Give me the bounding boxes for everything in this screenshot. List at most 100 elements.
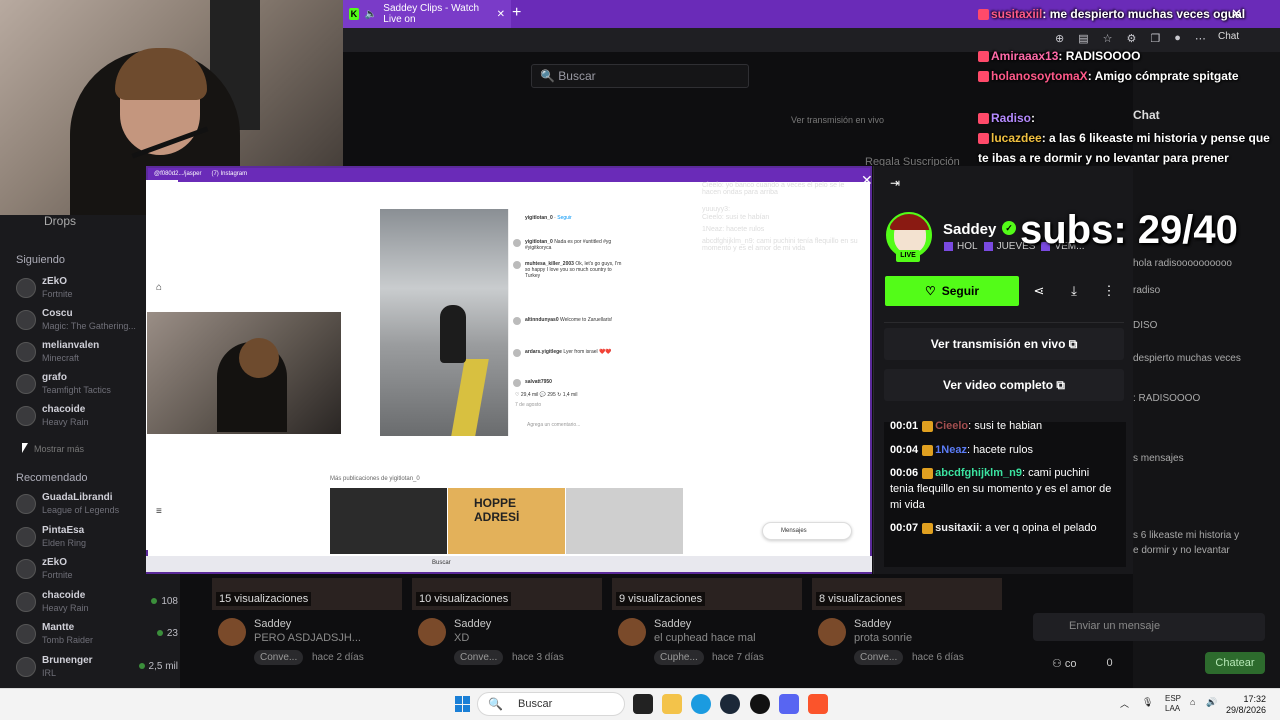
steam-icon[interactable] xyxy=(720,694,740,714)
live-dot-icon xyxy=(138,662,145,669)
home-icon[interactable]: ⌂ xyxy=(156,282,162,293)
search-input[interactable]: 🔍 Buscar xyxy=(531,64,749,88)
channel-tag[interactable]: HOL xyxy=(944,241,978,252)
commenter-avatar[interactable] xyxy=(513,317,521,325)
video-title[interactable]: PERO ASDJADSJH... xyxy=(254,632,361,644)
video-category-tag[interactable]: Cuphe... xyxy=(654,650,704,665)
brave-browser-icon[interactable] xyxy=(808,694,828,714)
shared-close-icon[interactable]: ✕ xyxy=(861,172,873,189)
grid-post-3[interactable] xyxy=(566,488,683,554)
overlay-chat-text: me despierto muchas veces ogual xyxy=(1049,7,1246,21)
obs-icon[interactable] xyxy=(750,694,770,714)
discord-icon[interactable] xyxy=(779,694,799,714)
taskbar-search[interactable]: 🔍 Buscar xyxy=(477,692,625,716)
follow-button[interactable]: ♡ Seguir xyxy=(885,276,1019,306)
commenter-avatar[interactable] xyxy=(513,261,521,269)
comment-user[interactable]: altinndunyas0 xyxy=(525,317,559,323)
commenter-avatar[interactable] xyxy=(513,349,521,357)
browser-tab[interactable]: K 🔈 Saddey Clips - Watch Live on ✕ xyxy=(343,0,511,28)
message-user[interactable]: susitaxii xyxy=(935,522,979,534)
expand-icon[interactable]: ⇥ xyxy=(890,176,900,190)
sidebar-item-recommended[interactable]: chacoide Heavy Rain 108 xyxy=(16,590,180,622)
sidebar-item-name: PintaEsa xyxy=(42,524,85,536)
network-icon[interactable]: ⌂ xyxy=(1190,697,1195,707)
sidebar-item-recommended[interactable]: Mantte Tomb Raider 23 xyxy=(16,622,180,654)
channel-name[interactable]: Saddey xyxy=(943,221,996,238)
channel-avatar[interactable] xyxy=(618,618,646,646)
tab-close-icon[interactable]: ✕ xyxy=(497,9,505,20)
clock-time: 17:32 xyxy=(1243,694,1267,704)
edge-browser-icon[interactable] xyxy=(691,694,711,714)
windows-start-icon[interactable] xyxy=(455,696,471,712)
shared-tab-2[interactable]: (7) Instagram xyxy=(211,171,247,179)
chat-message: 00:06 abcdfghijklm_n9: cami puchini tenia… xyxy=(890,467,1112,511)
video-category-tag[interactable]: Conve... xyxy=(854,650,904,665)
channel-avatar[interactable] xyxy=(818,618,846,646)
video-card[interactable]: 10 visualizaciones Saddey XD Conve... hace 3… xyxy=(412,578,602,678)
more-options-icon[interactable]: ⋮ xyxy=(1094,276,1124,306)
message-user[interactable]: abcdfghijklm_n9 xyxy=(935,467,1022,479)
full-video-button[interactable]: Ver video completo ⧉ xyxy=(884,369,1124,401)
video-title[interactable]: el cuphead hace mal xyxy=(654,632,756,644)
video-channel[interactable]: Saddey xyxy=(454,618,491,630)
video-card[interactable]: 9 visualizaciones Saddey el cuphead hace m… xyxy=(612,578,802,678)
video-channel[interactable]: Saddey xyxy=(654,618,691,630)
commenter-avatar[interactable] xyxy=(513,239,521,247)
sidebar-item-game: Teamfight Tactics xyxy=(42,385,111,395)
sidebar-item-game: Minecraft xyxy=(42,353,80,363)
message-user[interactable]: Cieelo xyxy=(935,420,968,432)
share-icon[interactable]: ⋖ xyxy=(1024,276,1054,306)
video-category-tag[interactable]: Conve... xyxy=(254,650,304,665)
new-tab-button[interactable]: + xyxy=(512,4,521,22)
video-title[interactable]: XD xyxy=(454,632,469,644)
speaker-icon[interactable]: 🔈 xyxy=(365,9,377,20)
chat-send-button[interactable]: Chatear xyxy=(1205,652,1265,674)
message-user[interactable]: 1Neaz xyxy=(935,444,967,456)
channel-avatar[interactable] xyxy=(418,618,446,646)
background-chat-points: ⚇ co 0 xyxy=(1052,657,1113,670)
comment-input[interactable]: Agrega un comentario... xyxy=(527,422,639,428)
shared-tab-1[interactable]: @f080d2.../jasper xyxy=(154,171,201,179)
video-category-tag[interactable]: Conve... xyxy=(454,650,504,665)
user-badge-icon xyxy=(978,71,989,83)
background-transmission-link[interactable]: Ver transmisión en vivo xyxy=(791,115,884,125)
video-channel[interactable]: Saddey xyxy=(854,618,891,630)
video-views: 15 visualizaciones xyxy=(216,592,312,606)
menu-icon[interactable]: ≡ xyxy=(156,506,162,517)
instagram-comments-panel: yigitlotan_0 · Seguir yigitlotan_0 Nada … xyxy=(508,209,635,436)
sidebar-item-game: Heavy Rain xyxy=(42,602,89,613)
tray-expand-icon[interactable]: ︿ xyxy=(1120,697,1129,710)
microphone-icon[interactable]: 🎙 xyxy=(1142,697,1153,708)
overlay-close-icon[interactable]: ✕ xyxy=(1231,6,1242,22)
more-posts-label: Más publicaciones de yigitlotan_0 xyxy=(330,476,420,482)
points-icon[interactable]: ⚇ co xyxy=(1052,657,1077,670)
watch-live-button[interactable]: Ver transmisión en vivo ⧉ xyxy=(884,328,1124,360)
comment-user[interactable]: ardars.yigitlege xyxy=(525,349,562,355)
grid-post-2[interactable]: HOPPE ADRESİ xyxy=(448,488,565,554)
clock[interactable]: 17:32 29/8/2026 xyxy=(1226,694,1266,716)
channel-avatar[interactable] xyxy=(218,618,246,646)
video-card[interactable]: 15 visualizaciones Saddey PERO ASDJADSJH..… xyxy=(212,578,402,678)
post-actions[interactable]: ♡ 29,4 mil 💬 295 ↻ 1,4 mil xyxy=(515,392,627,398)
commenter-avatar[interactable] xyxy=(513,379,521,387)
sidebar-drops[interactable]: Drops xyxy=(44,214,76,228)
show-more-link[interactable]: Mostrar más xyxy=(34,444,84,454)
instagram-photo[interactable] xyxy=(380,209,508,436)
app-terminal-icon[interactable] xyxy=(633,694,653,714)
video-card[interactable]: 8 visualizaciones Saddey prota sonrie Conve… xyxy=(812,578,1002,678)
user-badge-icon xyxy=(922,444,934,456)
sidebar-item-recommended[interactable]: Brunenger IRL 2,5 mil xyxy=(16,655,180,687)
post-author[interactable]: yigitlotan_0 · Seguir xyxy=(525,215,637,221)
overlay-chat-line: susitaxiil: me despierto muchas veces og… xyxy=(978,4,1274,24)
comment-user[interactable]: salvatt7950 xyxy=(525,379,552,385)
background-chat-input[interactable]: Enviar un mensaje xyxy=(1033,613,1265,641)
video-channel[interactable]: Saddey xyxy=(254,618,291,630)
message-time: 00:06 xyxy=(890,467,919,479)
video-title[interactable]: prota sonrie xyxy=(854,632,912,644)
grid-post-1[interactable] xyxy=(330,488,447,554)
volume-icon[interactable]: 🔊 xyxy=(1206,697,1217,708)
download-icon[interactable]: ⤓ xyxy=(1059,276,1089,306)
file-explorer-icon[interactable] xyxy=(662,694,682,714)
language-indicator[interactable]: ESP LAA xyxy=(1165,694,1181,714)
instagram-messages-button[interactable]: Mensajes xyxy=(762,522,852,540)
